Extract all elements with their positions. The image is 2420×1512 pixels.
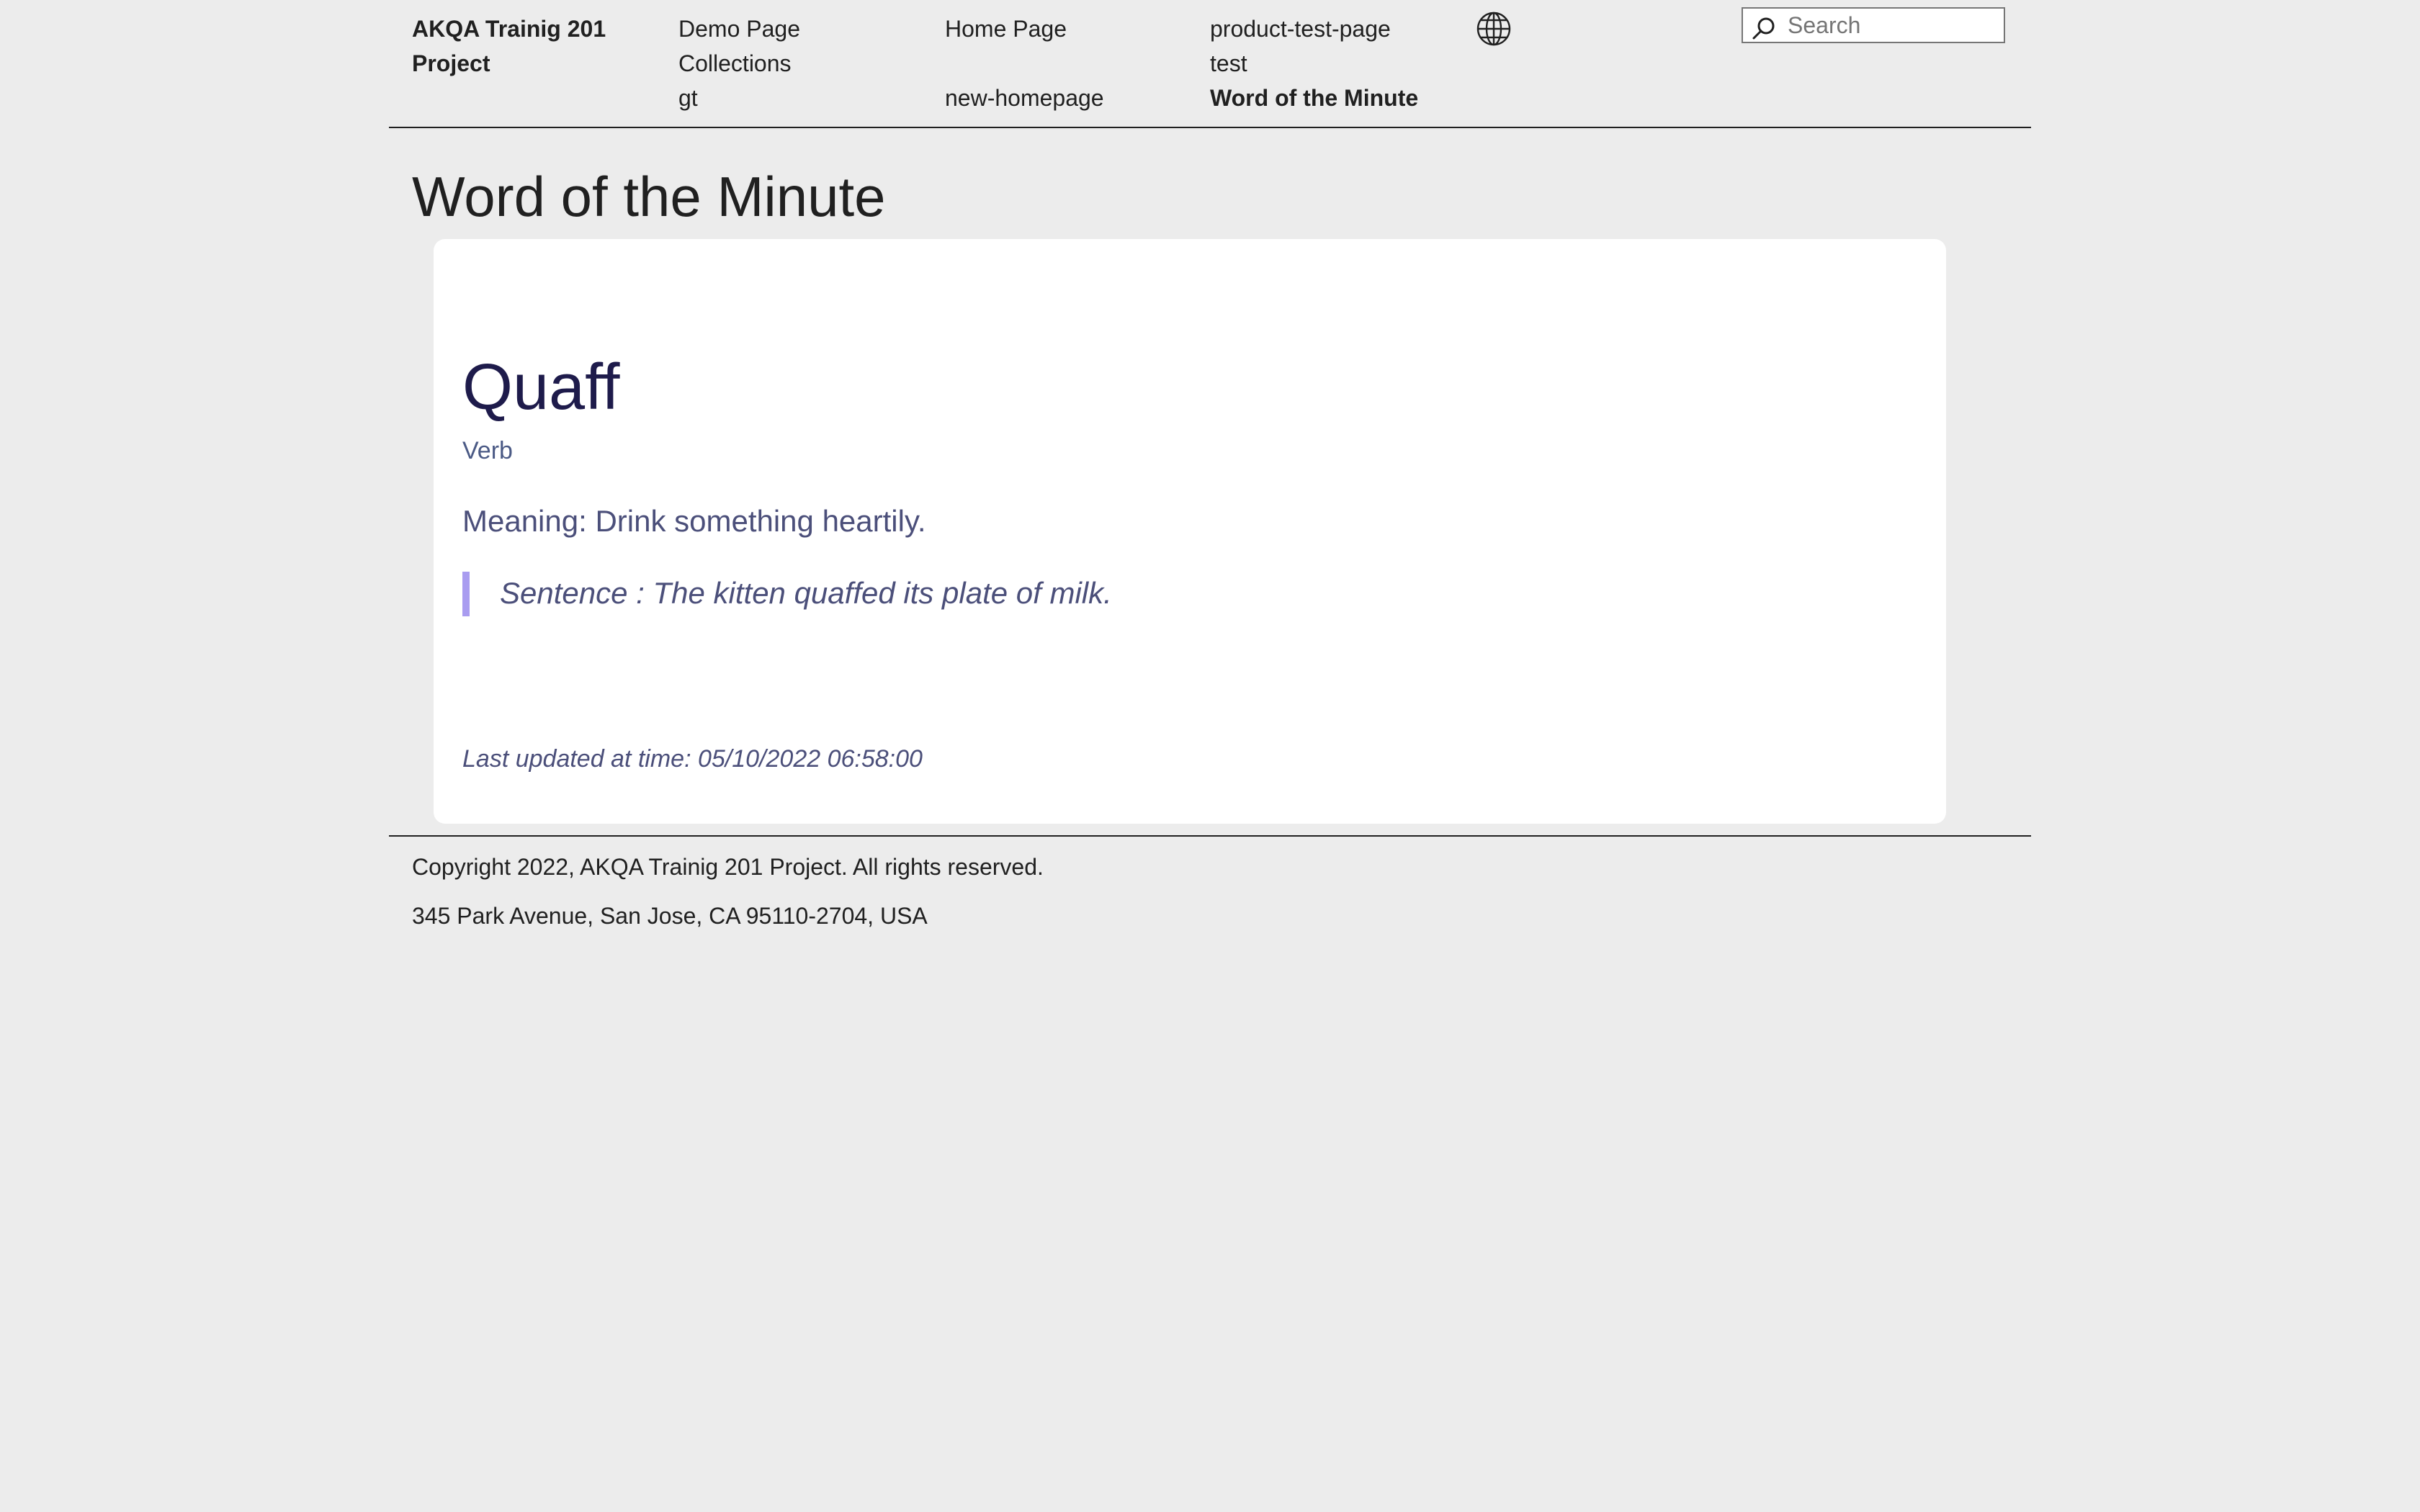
nav-item-gt[interactable]: gt [678, 81, 698, 115]
search-input[interactable] [1788, 12, 1996, 39]
last-updated-text: Last updated at time: 05/10/2022 06:58:0… [462, 745, 923, 773]
word-meaning: Meaning: Drink something heartily. [462, 504, 926, 538]
nav-item-new-homepage[interactable]: new-homepage [945, 81, 1104, 115]
site-brand[interactable]: AKQA Trainig 201 Project [412, 12, 642, 81]
nav-item-home-page[interactable]: Home Page [945, 12, 1067, 46]
nav-item-test[interactable]: test [1210, 46, 1247, 81]
word-title: Quaff [462, 351, 620, 423]
nav-item-collections[interactable]: Collections [678, 46, 792, 81]
word-card: Quaff Verb Meaning: Drink something hear… [434, 239, 1946, 824]
site-header: AKQA Trainig 201 Project Demo Page Home … [389, 0, 2031, 128]
part-of-speech: Verb [462, 437, 513, 464]
nav-item-word-of-the-minute[interactable]: Word of the Minute [1210, 81, 1418, 115]
address-text: 345 Park Avenue, San Jose, CA 95110-2704… [412, 903, 928, 929]
nav-item-product-test-page[interactable]: product-test-page [1210, 12, 1391, 46]
copyright-text: Copyright 2022, AKQA Trainig 201 Project… [412, 854, 1044, 880]
language-navigation-button[interactable] [1475, 10, 1512, 48]
search-box [1742, 7, 2005, 43]
site-footer: Copyright 2022, AKQA Trainig 201 Project… [389, 835, 2031, 929]
globe-icon [1476, 12, 1511, 46]
page-title: Word of the Minute [412, 165, 886, 228]
example-sentence: Sentence : The kitten quaffed its plate … [462, 572, 1112, 616]
page-container: AKQA Trainig 201 Project Demo Page Home … [389, 0, 2031, 929]
nav-item-demo-page[interactable]: Demo Page [678, 12, 800, 46]
search-icon[interactable] [1752, 16, 1776, 40]
